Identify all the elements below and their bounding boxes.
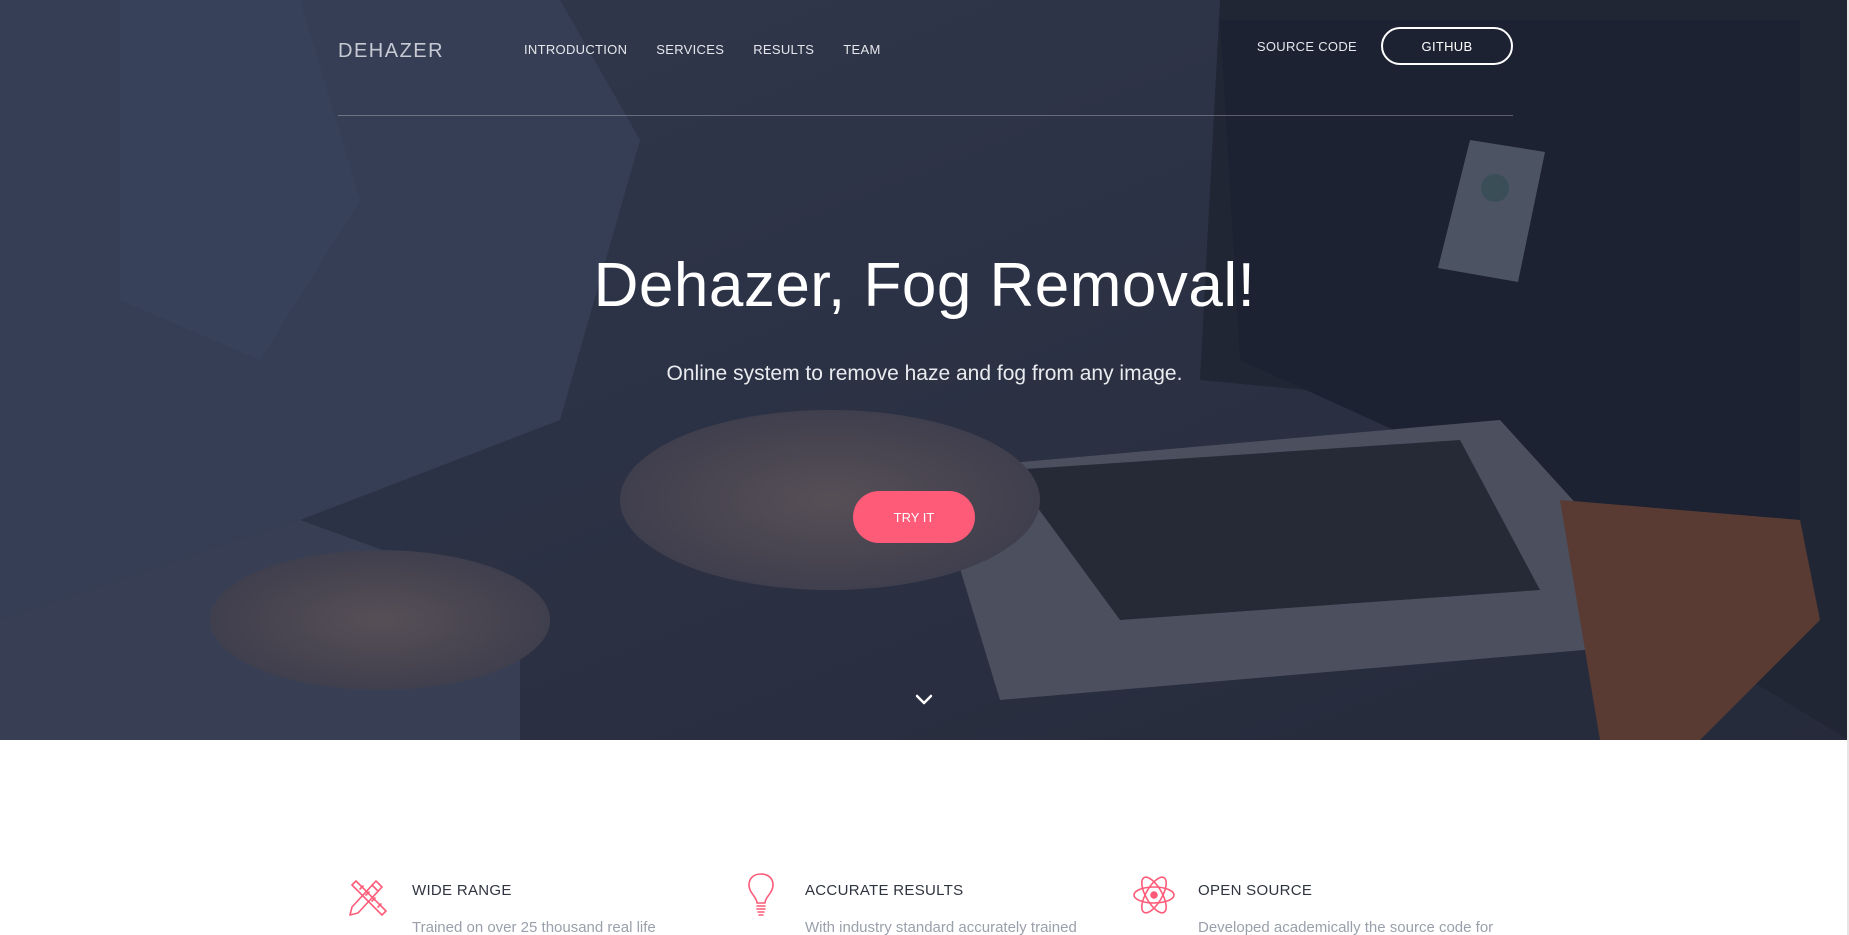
github-button[interactable]: GITHUB — [1381, 27, 1513, 65]
source-code-link[interactable]: SOURCE CODE — [1257, 39, 1357, 54]
nav-link-results[interactable]: RESULTS — [753, 42, 814, 57]
atom-icon — [1133, 876, 1175, 914]
lightbulb-icon — [748, 873, 774, 916]
pencil-ruler-icon — [349, 880, 387, 916]
hero-subtitle: Online system to remove haze and fog fro… — [666, 362, 1183, 385]
brand-logo[interactable]: DEHAZER — [338, 40, 444, 63]
hero-section: DEHAZER INTRODUCTION SERVICES RESULTS TE… — [0, 0, 1849, 740]
features-section: WIDE RANGE Trained on over 25 thousand r… — [0, 740, 1849, 935]
nav-right: SOURCE CODE GITHUB — [1257, 27, 1513, 65]
nav-link-introduction[interactable]: INTRODUCTION — [524, 42, 627, 57]
page: DEHAZER INTRODUCTION SERVICES RESULTS TE… — [0, 0, 1849, 935]
feature-text: With industry standard accurately traine… — [805, 919, 1077, 935]
chevron-down-icon[interactable] — [912, 690, 936, 710]
feature-title: WIDE RANGE — [412, 882, 512, 899]
hero-title: Dehazer, Fog Removal! — [593, 251, 1256, 320]
feature-text: Trained on over 25 thousand real life im… — [412, 919, 656, 935]
top-navigation: DEHAZER INTRODUCTION SERVICES RESULTS TE… — [338, 0, 1513, 116]
feature-text: Developed academically the source code f… — [1198, 919, 1494, 935]
feature-title: OPEN SOURCE — [1198, 882, 1313, 899]
try-it-button[interactable]: TRY IT — [853, 491, 975, 543]
nav-link-services[interactable]: SERVICES — [656, 42, 724, 57]
feature-title: ACCURATE RESULTS — [805, 882, 964, 899]
nav-link-team[interactable]: TEAM — [843, 42, 880, 57]
nav-links: INTRODUCTION SERVICES RESULTS TEAM — [524, 42, 881, 57]
